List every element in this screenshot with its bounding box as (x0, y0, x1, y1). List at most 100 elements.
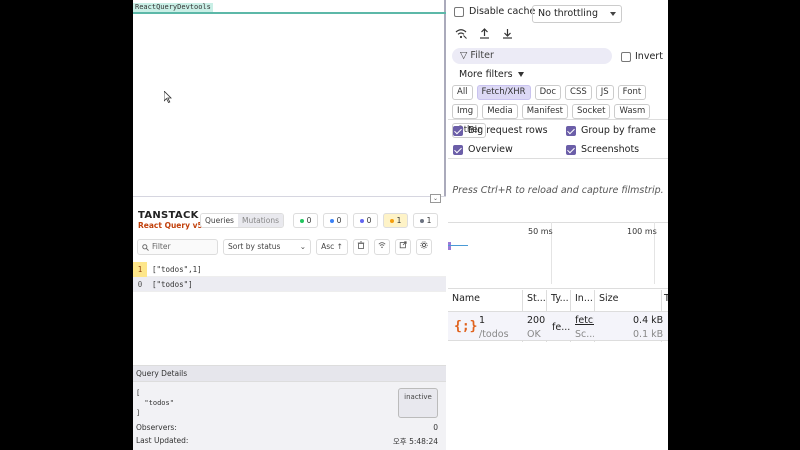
filter-chip-doc[interactable]: Doc (534, 85, 562, 100)
last-updated-value: 오후 5:48:24 (392, 437, 438, 446)
paused-dot-icon (359, 218, 364, 223)
sort-label: Sort by status (228, 242, 281, 251)
group-by-frame-label: Group by frame (581, 125, 656, 136)
more-filters-label: More filters (459, 69, 513, 80)
fetch-request-icon: {;} (454, 319, 478, 334)
caret-down-icon (517, 72, 524, 77)
timeline-tick-100: 100 ms (627, 227, 657, 236)
filter-chip-media[interactable]: Media (482, 104, 518, 119)
chevron-down-icon: ⌄ (299, 242, 306, 251)
app-tab-title: ReactQueryDevtools (133, 3, 213, 12)
stale-dot-icon (389, 218, 394, 223)
filter-chip-fetch-xhr[interactable]: Fetch/XHR (476, 85, 531, 100)
column-header-size[interactable]: Size (599, 293, 619, 304)
checkbox-checked-icon (566, 125, 576, 136)
brand-bottom: React Query v5 (138, 221, 203, 230)
tab-mutations[interactable]: Mutations (237, 214, 284, 227)
upload-icon[interactable] (479, 28, 490, 42)
request-name: 1 (479, 315, 486, 326)
network-filter-input[interactable]: ▽ Filter (452, 48, 612, 64)
trash-icon[interactable] (353, 239, 369, 255)
wifi-icon[interactable] (374, 239, 390, 255)
request-size: 0.4 kB (633, 315, 664, 326)
query-row[interactable]: 1 ["todos",1] (133, 261, 446, 277)
query-status-badge: inactive (398, 388, 438, 418)
request-path: /todos (479, 329, 509, 340)
throttling-select[interactable]: No throttling (532, 5, 622, 23)
request-resource-size: 0.1 kB (633, 329, 664, 340)
sort-select[interactable]: Sort by status ⌄ (223, 239, 311, 255)
screenshots-label: Screenshots (581, 144, 640, 155)
column-header-time[interactable]: T (664, 293, 668, 304)
query-row[interactable]: 0 ["todos"] (133, 277, 446, 292)
last-updated-row: Last Updated: 오후 5:48:24 (136, 436, 438, 447)
filter-chip-img[interactable]: Img (452, 104, 479, 119)
query-key: ["todos",1] (152, 264, 202, 274)
paused-count: 0 (366, 216, 372, 225)
group-by-frame-checkbox[interactable]: Group by frame (566, 125, 656, 136)
inactive-count-badge[interactable]: 1 (413, 213, 438, 228)
download-icon[interactable] (502, 28, 513, 42)
fresh-count: 0 (306, 216, 312, 225)
chevron-down-icon[interactable]: ⌄ (430, 194, 441, 203)
column-header-initiator[interactable]: In... (575, 293, 593, 304)
query-details-key: [ "todos" ] (136, 389, 174, 417)
column-header-name[interactable]: Name (452, 293, 480, 304)
throttling-value: No throttling (538, 8, 598, 19)
network-conditions-icon[interactable] (455, 28, 467, 42)
query-filter-placeholder: Filter (152, 242, 171, 251)
request-status: 200 (527, 315, 546, 326)
search-icon (142, 243, 149, 251)
disable-cache-checkbox[interactable]: Disable cache (454, 6, 535, 17)
timeline-request-marker (448, 242, 451, 250)
filter-chip-socket[interactable]: Socket (572, 104, 611, 119)
filter-chip-manifest[interactable]: Manifest (521, 104, 568, 119)
gear-icon[interactable] (416, 239, 432, 255)
timeline-tick-50: 50 ms (528, 227, 553, 236)
fresh-dot-icon (299, 218, 304, 223)
column-header-type[interactable]: Ty... (551, 293, 569, 304)
invert-checkbox[interactable]: Invert (621, 51, 663, 62)
app-top-strip: ReactQueryDevtools (133, 0, 446, 14)
observers-row: Observers: 0 (136, 423, 438, 432)
table-row[interactable]: {;} 1 /todos 200 OK fe... fetch Sc... 0.… (448, 311, 668, 341)
column-header-status[interactable]: St... (527, 293, 546, 304)
observers-value: 0 (433, 423, 438, 432)
sort-direction-button[interactable]: Asc ↑ (316, 239, 348, 255)
filter-chip-font[interactable]: Font (617, 85, 647, 100)
request-type: fe... (552, 322, 570, 333)
tab-queries[interactable]: Queries (201, 214, 238, 227)
checkbox-icon (454, 6, 464, 17)
stale-count-badge[interactable]: 1 (383, 213, 408, 228)
checkbox-icon (621, 51, 631, 62)
fetching-count-badge[interactable]: 0 (323, 213, 348, 228)
divider (448, 158, 668, 159)
fetching-dot-icon (329, 218, 334, 223)
more-filters-dropdown[interactable]: More filters (459, 69, 524, 80)
divider (448, 288, 668, 289)
disable-cache-label: Disable cache (469, 6, 536, 17)
screenshots-checkbox[interactable]: Screenshots (566, 144, 639, 155)
filter-chip-js[interactable]: JS (595, 85, 614, 100)
divider (448, 119, 668, 120)
inactive-dot-icon (419, 218, 424, 223)
filter-chip-all[interactable]: All (452, 85, 473, 100)
invert-label: Invert (635, 51, 663, 62)
app-pane: ReactQueryDevtools ⌄ TANSTACK React Quer… (133, 0, 446, 450)
filter-chip-wasm[interactable]: Wasm (614, 104, 651, 119)
request-initiator-sub: Sc... (575, 329, 594, 340)
fresh-count-badge[interactable]: 0 (293, 213, 318, 228)
query-details-panel: Query Details [ "todos" ] inactive Obser… (133, 365, 446, 450)
query-list: 1 ["todos",1] 0 ["todos"] (133, 261, 446, 292)
request-initiator-link[interactable]: fetch (575, 315, 594, 326)
overview-checkbox[interactable]: Overview (453, 144, 513, 155)
paused-count-badge[interactable]: 0 (353, 213, 378, 228)
fetching-count: 0 (336, 216, 342, 225)
query-filter-input[interactable]: Filter (137, 239, 218, 255)
network-panel: Disable cache No throttling ▽ Filter Inv… (448, 0, 668, 450)
network-filter-placeholder: Filter (470, 50, 494, 61)
brand-top: TANSTACK (138, 210, 199, 221)
popout-icon[interactable] (395, 239, 411, 255)
filter-chip-css[interactable]: CSS (565, 85, 592, 100)
big-request-rows-checkbox[interactable]: Big request rows (453, 125, 548, 136)
